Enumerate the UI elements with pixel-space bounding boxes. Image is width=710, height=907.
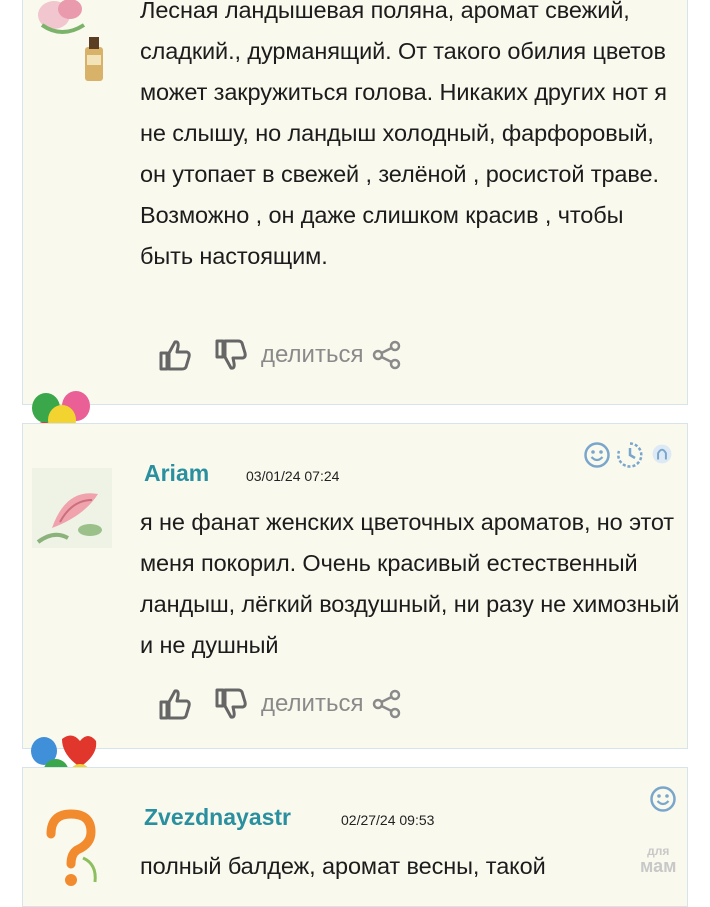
comment-actions: делиться [157, 684, 403, 724]
thumbs-up-icon[interactable] [157, 686, 193, 722]
comment-card: Лесная ландышевая поляна, аромат свежий,… [22, 0, 688, 405]
share-icon[interactable] [371, 339, 403, 371]
smile-badge-icon[interactable] [649, 785, 677, 813]
comment-author[interactable]: Zvezdnayastr [144, 804, 291, 831]
avatar-flower[interactable] [32, 468, 112, 548]
comment-card: Zvezdnayastr 02/27/24 09:53 полный балде… [22, 767, 688, 907]
comment-date: 02/27/24 09:53 [341, 812, 435, 828]
watermark-line2: мам [640, 856, 677, 876]
comment-author[interactable]: Ariam [144, 460, 209, 487]
comment-card: Ariam 03/01/24 07:24 я не фанат женских … [22, 423, 688, 749]
site-watermark: для мам [640, 844, 677, 876]
comment-actions: делиться [157, 335, 403, 375]
clock-badge-icon[interactable] [616, 441, 644, 469]
comment-date: 03/01/24 07:24 [246, 468, 340, 484]
thumbs-up-icon[interactable] [157, 337, 193, 373]
share-label[interactable]: делиться [261, 690, 363, 718]
smile-badge-icon[interactable] [583, 441, 611, 469]
comment-text: Лесная ландышевая поляна, аромат свежий,… [140, 0, 667, 269]
comment-text: я не фанат женских цветочных ароматов, н… [140, 509, 680, 658]
avatar-question-mark[interactable] [35, 808, 105, 888]
share-label[interactable]: делиться [261, 341, 363, 369]
user-badge-icon[interactable] [651, 443, 673, 465]
thumbs-down-icon[interactable] [213, 337, 249, 373]
thumbs-down-icon[interactable] [213, 686, 249, 722]
share-icon[interactable] [371, 688, 403, 720]
comment-text: полный балдеж, аромат весны, такой [140, 853, 546, 879]
avatar-flower-perfume[interactable] [32, 0, 112, 90]
